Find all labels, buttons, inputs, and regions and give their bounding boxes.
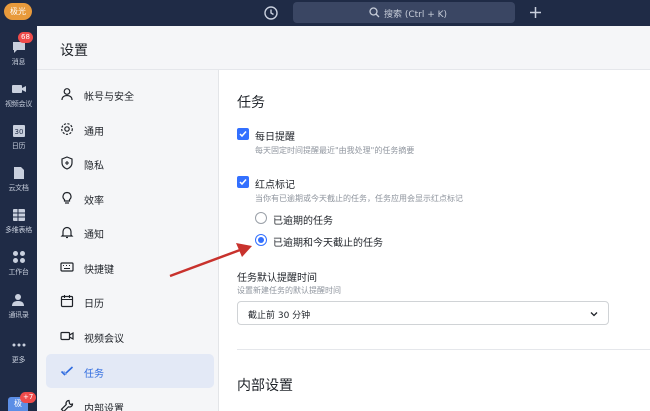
nav-item-general[interactable]: 通用 — [46, 112, 214, 146]
top-bar: 搜索 (Ctrl + K) — [37, 0, 650, 26]
red-dot-desc: 当你有已逾期或今天截止的任务，任务应用会显示红点标记 — [255, 194, 463, 203]
rail-item-contacts[interactable]: 通讯录 — [0, 293, 37, 320]
nav-item-notifications[interactable]: 通知 — [46, 215, 214, 249]
history-clock-icon[interactable] — [263, 5, 279, 21]
nav-item-tasks[interactable]: 任务 — [46, 354, 214, 388]
section-divider — [237, 349, 650, 350]
red-dot-checkbox[interactable] — [237, 176, 249, 188]
nav-item-label: 快捷键 — [84, 265, 114, 276]
search-bar[interactable]: 搜索 (Ctrl + K) — [293, 2, 515, 23]
search-icon — [369, 7, 380, 18]
plus-icon[interactable] — [528, 5, 543, 20]
rail-item-label: 工作台 — [8, 268, 29, 276]
app-rail: 极光 消息 68 视频会议 30 日历 云文档 多维表格 工作台 通讯录 更多 … — [0, 0, 37, 411]
nav-item-label: 通知 — [84, 230, 104, 241]
task-check-icon — [60, 366, 74, 376]
nav-item-privacy[interactable]: 隐私 — [46, 146, 214, 180]
nav-item-label: 隐私 — [84, 161, 104, 172]
section-title-internal: 内部设置 — [237, 378, 293, 394]
nav-item-label: 任务 — [84, 369, 104, 380]
chevron-down-icon — [590, 312, 598, 317]
daily-reminder-title: 每日提醒 — [255, 132, 295, 143]
more-dots-icon — [12, 343, 25, 347]
bottom-badge: +7 — [20, 392, 37, 403]
rail-item-video-meeting[interactable]: 视频会议 — [0, 82, 37, 109]
check-icon — [239, 131, 247, 138]
rail-item-more[interactable]: 更多 — [0, 338, 37, 365]
settings-nav: 帐号与安全 通用 隐私 效率 通知 快捷键 日历 视频会议 任务 内部设置 — [37, 70, 219, 411]
radio-overdue-label: 已逾期的任务 — [273, 216, 333, 227]
page-title: 设置 — [60, 43, 88, 59]
nav-item-internal-settings[interactable]: 内部设置 — [46, 389, 214, 411]
keyboard-icon — [60, 262, 74, 272]
search-placeholder: 搜索 (Ctrl + K) — [384, 10, 448, 20]
nav-item-calendar[interactable]: 日历 — [46, 284, 214, 318]
lightbulb-icon — [62, 191, 72, 204]
default-reminder-title: 任务默认提醒时间 — [237, 273, 317, 284]
default-reminder-select[interactable]: 截止前 30 分钟 — [237, 301, 609, 325]
nav-item-account-security[interactable]: 帐号与安全 — [46, 77, 214, 111]
unread-badge: 68 — [18, 32, 33, 43]
task-settings-panel: 任务 每日提醒 每天固定时间提醒最近"由我处理"的任务摘要 红点标记 当你有已逾… — [219, 70, 650, 411]
nav-item-video-meeting[interactable]: 视频会议 — [46, 319, 214, 353]
settings-header: 设置 — [37, 26, 650, 70]
user-icon — [61, 88, 73, 101]
svg-text:30: 30 — [14, 128, 23, 136]
rail-item-calendar[interactable]: 30 日历 — [0, 124, 37, 151]
select-value: 截止前 30 分钟 — [248, 311, 311, 321]
radio-overdue[interactable] — [255, 212, 267, 224]
rail-item-messages[interactable]: 消息 68 — [0, 32, 37, 67]
section-title-tasks: 任务 — [237, 95, 265, 111]
rail-item-label: 云文档 — [8, 184, 29, 192]
rail-item-label: 视频会议 — [5, 100, 32, 108]
user-avatar[interactable]: 极光 — [4, 3, 32, 20]
nav-item-label: 帐号与安全 — [84, 92, 134, 103]
nav-item-efficiency[interactable]: 效率 — [46, 181, 214, 215]
document-icon — [13, 167, 24, 179]
shield-icon — [61, 156, 73, 170]
nav-item-label: 视频会议 — [84, 334, 124, 345]
rail-item-label: 多维表格 — [5, 226, 32, 234]
rail-item-workplace[interactable]: 工作台 — [0, 250, 37, 277]
calendar-icon: 30 — [12, 125, 25, 137]
rail-item-docs[interactable]: 云文档 — [0, 166, 37, 193]
rail-item-label: 消息 — [11, 58, 26, 66]
rail-item-label: 日历 — [11, 142, 26, 150]
table-icon — [12, 209, 25, 221]
check-icon — [239, 179, 247, 186]
video-camera-icon — [60, 331, 74, 341]
nav-item-shortcuts[interactable]: 快捷键 — [46, 250, 214, 284]
wrench-icon — [60, 399, 74, 411]
daily-reminder-checkbox[interactable] — [237, 128, 249, 140]
daily-reminder-desc: 每天固定时间提醒最近"由我处理"的任务摘要 — [255, 146, 415, 155]
nav-item-label: 效率 — [84, 196, 104, 207]
rail-item-bitable[interactable]: 多维表格 — [0, 208, 37, 235]
nav-item-label: 通用 — [84, 127, 104, 138]
bell-icon — [60, 226, 74, 239]
rail-item-label: 更多 — [11, 356, 26, 364]
contacts-icon — [11, 294, 24, 306]
nav-item-label: 内部设置 — [84, 404, 124, 411]
video-camera-icon — [11, 85, 26, 93]
rail-item-label: 通讯录 — [8, 311, 29, 319]
gear-icon — [61, 123, 73, 135]
radio-overdue-and-due-today-label: 已逾期和今天截止的任务 — [273, 238, 383, 249]
nav-item-label: 日历 — [84, 299, 104, 310]
radio-overdue-and-due-today[interactable] — [255, 234, 267, 246]
default-reminder-desc: 设置新建任务的默认提醒时间 — [237, 286, 341, 295]
calendar-icon — [60, 295, 74, 308]
grid-apps-icon — [12, 251, 25, 263]
red-dot-title: 红点标记 — [255, 180, 295, 191]
